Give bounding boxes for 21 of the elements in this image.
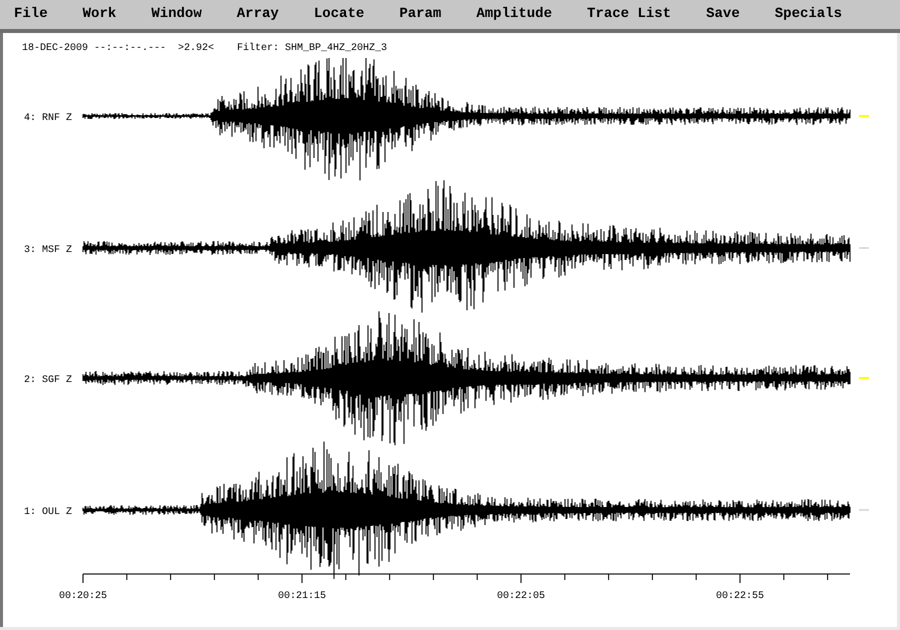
time-label: 00:22:55	[716, 591, 764, 602]
menu-item[interactable]: Work	[82, 4, 116, 25]
menu-item[interactable]: Amplitude	[476, 4, 552, 25]
filter-text: Filter: SHM_BP_4HZ_20HZ_3	[237, 43, 388, 54]
menu-item[interactable]: Array	[236, 4, 279, 25]
scale-text: >2.92<	[178, 43, 214, 54]
menu-item[interactable]: Locate	[314, 4, 364, 25]
time-label: 00:21:15	[278, 591, 326, 602]
trace-label: 4: RNF Z	[24, 113, 72, 124]
menu-item[interactable]: Param	[399, 4, 442, 25]
time-label: 00:20:25	[59, 591, 107, 602]
trace-label: 1: OUL Z	[24, 507, 72, 518]
menu-item[interactable]: Window	[151, 4, 202, 25]
menu-item[interactable]: Trace List	[587, 4, 672, 25]
menu-item[interactable]: Specials	[774, 4, 842, 25]
date-time-text: 18-DEC-2009 --:--:--.---	[22, 43, 166, 54]
trace-label: 2: SGF Z	[24, 375, 72, 386]
time-label: 00:22:05	[497, 591, 545, 602]
trace-label: 3: MSF Z	[24, 245, 72, 256]
menu-item[interactable]: Save	[706, 4, 740, 25]
menu-item[interactable]: File	[14, 4, 48, 25]
